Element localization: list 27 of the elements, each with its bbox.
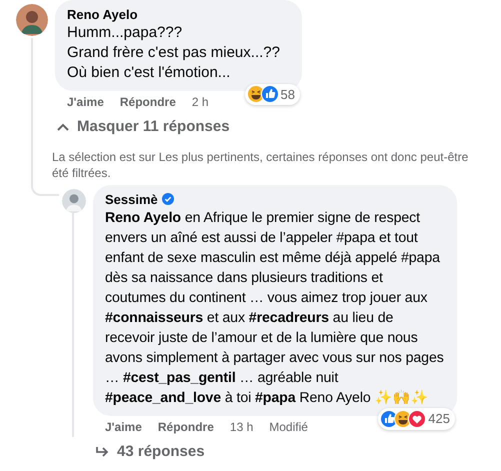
comment-text: Humm...papa??? <box>67 23 184 43</box>
filter-notice: La sélection est sur Les plus pertinents, certaines réponses ont donc peut-être été filtrées. <box>52 148 470 180</box>
reply-link[interactable]: Répondre <box>158 418 214 434</box>
replies-toggle[interactable]: Masquer 11 réponses <box>57 116 230 138</box>
avatar[interactable] <box>62 188 86 212</box>
reaction-summary[interactable]: 58 <box>244 84 300 105</box>
comment-text: Reno Ayelo en Afrique le premier signe de respect envers un aîné est aussi de l’appeler #papa et tout enfant de sexe masculin est même déjà appelé #papa dès sa naissance dans plusieurs traditions et coutumes du continent … vous aimez trop jouer aux #connaisseurs et aux #recadreurs au lieu de recevoir juste de l’amour et de la lumière que nous avons simplement à partager avec vous sur nos pages … #cest_pas_gentil … agréable nuit #peace_and_love à toi #papa Reno Ayelo ✨🙌✨ <box>105 208 445 408</box>
timestamp[interactable]: 13 h <box>230 418 254 434</box>
comment-text: Grand frère c'est pas mieux...?? <box>67 43 280 63</box>
caret-up-icon <box>57 123 69 132</box>
like-link[interactable]: J'aime <box>67 94 104 110</box>
reaction-count: 425 <box>428 410 450 428</box>
reaction-count: 58 <box>280 86 295 104</box>
reply-arrow-icon <box>95 446 109 458</box>
reply-link[interactable]: Répondre <box>120 94 176 110</box>
like-link[interactable]: J'aime <box>105 418 142 434</box>
edited-label: Modifié <box>269 418 308 434</box>
avatar[interactable] <box>16 4 48 36</box>
timestamp[interactable]: 2 h <box>192 94 209 110</box>
heart-reaction-icon <box>408 410 426 428</box>
verified-badge-icon <box>162 193 174 205</box>
comment-text: Où bien c'est l'émotion... <box>67 63 232 83</box>
reaction-summary[interactable]: 425 <box>378 408 455 430</box>
author-name[interactable]: Sessimè <box>105 190 158 208</box>
author-name[interactable]: Reno Ayelo <box>67 6 138 23</box>
like-reaction-icon <box>260 85 278 104</box>
replies-toggle[interactable]: 43 réponses <box>95 440 205 463</box>
